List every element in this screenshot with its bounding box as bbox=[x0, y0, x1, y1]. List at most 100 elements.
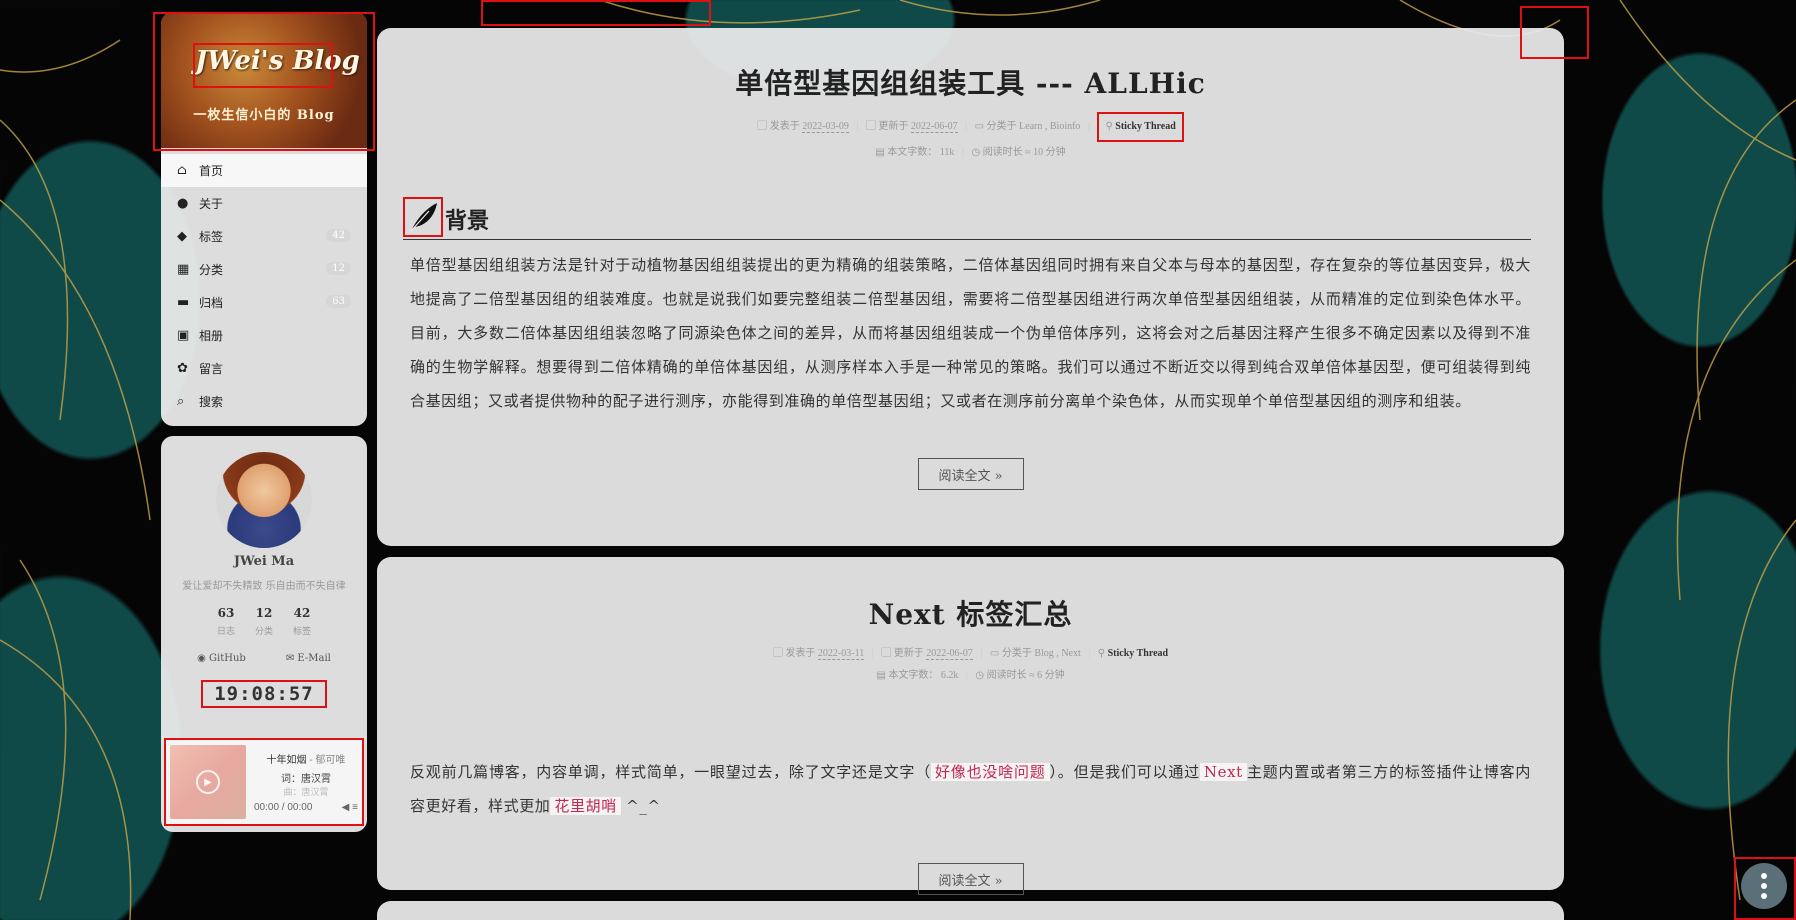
posted-date: 2022-03-11 bbox=[817, 648, 865, 660]
email-label: E-Mail bbox=[297, 653, 331, 664]
stat-label: 标签 bbox=[293, 627, 312, 637]
playlist-icon[interactable]: ≡ bbox=[352, 802, 358, 813]
highlight-box bbox=[481, 0, 711, 26]
menu-item-tags[interactable]: ◆ 标签 42 bbox=[161, 220, 367, 253]
menu-item-archives[interactable]: ▬ 归档 63 bbox=[161, 286, 367, 319]
menu-item-album[interactable]: ▣ 相册 bbox=[161, 319, 367, 352]
stat-categories[interactable]: 12 分类 bbox=[255, 606, 273, 637]
updated-date: 2022-06-07 bbox=[910, 121, 958, 133]
file-icon: ▤ bbox=[876, 670, 886, 681]
highlight-box bbox=[193, 43, 333, 88]
read-more-button[interactable]: 阅读全文 » bbox=[917, 863, 1024, 895]
file-icon: ▤ bbox=[875, 147, 885, 158]
read-time: 10 分钟 bbox=[1033, 147, 1066, 158]
count-badge: 63 bbox=[326, 295, 351, 308]
excerpt-text: ^_^ bbox=[620, 797, 661, 815]
stat-posts[interactable]: 63 日志 bbox=[217, 606, 235, 637]
site-stats: 63 日志 12 分类 42 标签 bbox=[171, 606, 357, 637]
updated-label: 更新于 bbox=[893, 648, 924, 659]
posted-label: 发表于 bbox=[769, 121, 800, 132]
calendar-icon: ▢ bbox=[757, 121, 768, 132]
word-count: 11k bbox=[939, 147, 955, 158]
menu-item-home[interactable]: ⌂ 首页 bbox=[161, 154, 367, 187]
lotus-icon: ✿ bbox=[177, 361, 188, 376]
lyric-next-line: 曲：唐汉霄 bbox=[283, 787, 329, 797]
highlight-text: Next bbox=[1199, 763, 1247, 781]
menu-item-guestbook[interactable]: ✿ 留言 bbox=[161, 352, 367, 385]
github-link[interactable]: ◉ GitHub bbox=[197, 653, 246, 664]
album-cover[interactable]: ▶ bbox=[170, 745, 246, 819]
post-meta: ▢ 发表于 2022-03-09 | ▢ 更新于 2022-06-07 | ▭ … bbox=[377, 112, 1564, 164]
menu-item-label: 搜索 bbox=[199, 395, 224, 409]
music-player: ▶ 十年如烟 - 郁可唯 词：唐汉霄 曲：唐汉霄 00:00 / 00:00 ◀… bbox=[164, 738, 364, 826]
post-title[interactable]: 单倍型基因组组装工具 --- ALLHic bbox=[377, 62, 1564, 102]
email-icon: ✉ bbox=[285, 653, 295, 664]
category-label: 分类于 bbox=[1001, 648, 1032, 659]
folder-icon: ▭ bbox=[974, 121, 985, 132]
read-time: 6 分钟 bbox=[1037, 670, 1065, 681]
stat-label: 日志 bbox=[216, 627, 235, 637]
player-time: 00:00 / 00:00 bbox=[254, 802, 313, 813]
count-badge: 12 bbox=[326, 262, 351, 275]
lyric-line: 词：唐汉霄 bbox=[281, 774, 331, 785]
digital-clock: 19:08:57 bbox=[201, 680, 327, 708]
clock-icon: ◷ bbox=[975, 670, 985, 681]
updated-date: 2022-06-07 bbox=[926, 648, 973, 660]
post-excerpt: 单倍型基因组组装方法是针对于动植物基因组组装提出的更为精确的组装策略，二倍体基因… bbox=[410, 256, 1531, 410]
author-card: JWei Ma 爱让爱却不失精致 乐自由而不失自律 63 日志 12 分类 42… bbox=[161, 436, 367, 832]
menu-item-categories[interactable]: ▦ 分类 12 bbox=[161, 253, 367, 286]
calendar-check-icon: ▢ bbox=[865, 121, 876, 132]
author-description: 爱让爱却不失精致 乐自由而不失自律 bbox=[182, 581, 346, 592]
category-link[interactable]: Bioinfo bbox=[1050, 121, 1081, 132]
menu-item-label: 分类 bbox=[199, 263, 224, 277]
stat-value: 42 bbox=[293, 606, 311, 620]
song-name: 十年如烟 bbox=[266, 755, 307, 766]
post-card: Next 标签汇总 ▢ 发表于 2022-03-11 | ▢ 更新于 2022-… bbox=[377, 557, 1564, 895]
menu-item-label: 相册 bbox=[199, 329, 224, 343]
category-link[interactable]: Blog bbox=[1034, 648, 1053, 659]
social-links: ◉ GitHub ✉ E-Mail bbox=[171, 653, 357, 664]
pin-icon: ⚲ bbox=[1105, 121, 1113, 132]
highlight-box bbox=[1734, 857, 1796, 920]
post-excerpt: 反观前几篇博客，内容单调，样式简单，一眼望过去，除了文字还是文字（ 好像也没啥问题… bbox=[410, 755, 1531, 823]
post-title[interactable]: Next 标签汇总 bbox=[377, 593, 1564, 633]
email-link[interactable]: ✉ E-Mail bbox=[286, 653, 331, 664]
menu-item-search[interactable]: ⌕ 搜索 bbox=[161, 385, 367, 418]
menu-item-label: 留言 bbox=[199, 362, 224, 376]
calendar-icon: ▢ bbox=[772, 648, 783, 659]
play-icon[interactable]: ▶ bbox=[196, 770, 220, 794]
posted-date: 2022-03-09 bbox=[802, 121, 849, 133]
calendar-check-icon: ▢ bbox=[881, 648, 892, 659]
word-count-label: 本文字数： bbox=[887, 147, 938, 158]
clock-icon: ◷ bbox=[971, 147, 981, 158]
post-meta: ▢ 发表于 2022-03-11 | ▢ 更新于 2022-06-07 | ▭ … bbox=[772, 648, 1169, 681]
excerpt-text: ）。但是我们可以通过 bbox=[1049, 763, 1200, 781]
read-more-button[interactable]: 阅读全文 » bbox=[917, 458, 1024, 490]
user-icon: ● bbox=[177, 196, 189, 211]
category-link[interactable]: Next bbox=[1061, 648, 1080, 659]
excerpt-text: 反观前几篇博客，内容单调，样式简单，一眼望过去，除了文字还是文字（ bbox=[410, 763, 931, 781]
highlight-text: 好像也没啥问题 bbox=[931, 763, 1050, 781]
menu-item-about[interactable]: ● 关于 bbox=[161, 187, 367, 220]
stat-tags[interactable]: 42 标签 bbox=[293, 606, 311, 637]
author-name: JWei Ma bbox=[233, 554, 295, 569]
feather-icon bbox=[403, 197, 443, 237]
word-count-label: 本文字数： bbox=[888, 670, 939, 681]
github-label: GitHub bbox=[209, 653, 246, 664]
count-badge: 42 bbox=[326, 229, 351, 242]
section-title: 背景 bbox=[445, 208, 490, 234]
folder-icon: ▭ bbox=[989, 648, 1000, 659]
posted-label: 发表于 bbox=[785, 648, 816, 659]
stat-value: 63 bbox=[217, 606, 235, 620]
menu-item-label: 标签 bbox=[199, 230, 224, 244]
highlight-box bbox=[1520, 6, 1589, 59]
home-icon: ⌂ bbox=[177, 163, 187, 178]
category-label: 分类于 bbox=[986, 121, 1017, 132]
menu-item-label: 首页 bbox=[199, 164, 224, 178]
volume-icon[interactable]: ◀ bbox=[342, 802, 350, 813]
category-link[interactable]: Learn bbox=[1019, 121, 1042, 132]
post-card bbox=[377, 901, 1564, 920]
pin-icon: ⚲ bbox=[1097, 648, 1106, 659]
grid-icon: ▦ bbox=[177, 262, 190, 277]
avatar bbox=[216, 452, 312, 548]
